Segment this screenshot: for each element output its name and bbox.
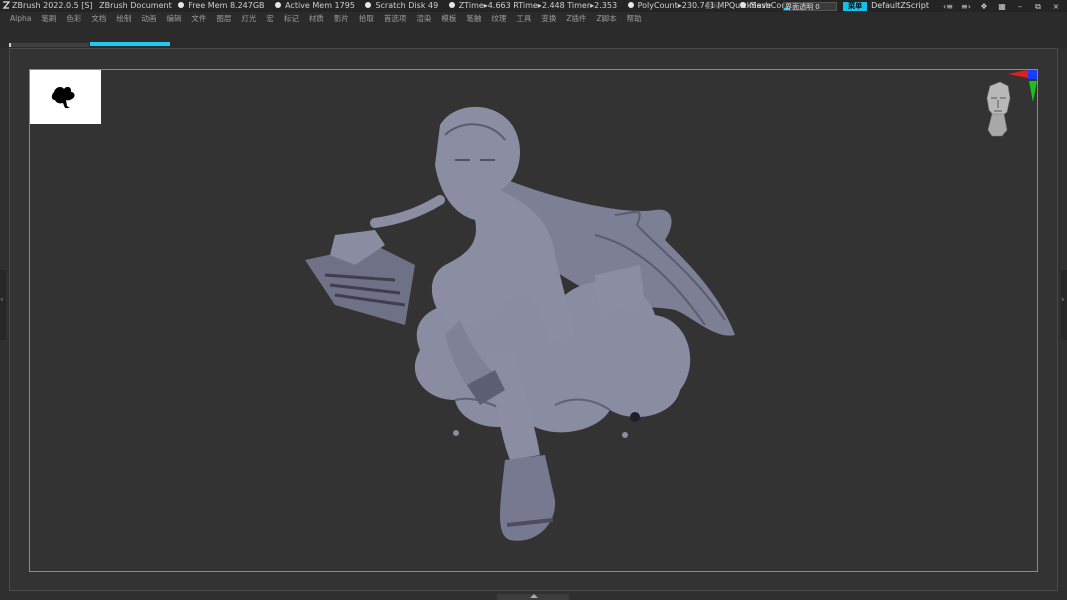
active-mem: Active Mem 1795 — [275, 1, 359, 10]
menu-item-zplugin[interactable]: Z插件 — [566, 12, 586, 26]
menu-item-alpha[interactable]: Alpha — [10, 12, 31, 26]
menu-item-movie[interactable]: 动画 — [141, 12, 156, 26]
menu-item-zscript[interactable]: Z脚本 — [596, 12, 616, 26]
menu-item-draw[interactable]: 绘制 — [116, 12, 131, 26]
menu-item-light[interactable]: 灯光 — [241, 12, 256, 26]
title-bar-controls: 自动 QuickSave 界面透明 0 菜单 DefaultZScript ‹≡… — [705, 0, 1063, 12]
navigator-thumbnail[interactable] — [30, 70, 101, 124]
undo-history-icon[interactable]: ‹≡ — [941, 2, 955, 11]
window-layout-icon[interactable]: ▦ — [995, 2, 1009, 11]
menu-item-transform[interactable]: 变换 — [541, 12, 556, 26]
tray-layout-icon[interactable]: ❖ — [977, 2, 991, 11]
sculpt-model[interactable] — [295, 105, 745, 555]
maximize-icon[interactable]: ⧉ — [1031, 2, 1045, 11]
menu-item-render[interactable]: 渲染 — [416, 12, 431, 26]
right-tray-handle[interactable] — [1061, 270, 1067, 340]
shelf-tab-active[interactable] — [90, 42, 170, 46]
zbrush-logo-icon[interactable] — [2, 1, 10, 9]
status-dot-icon — [627, 2, 634, 8]
menu-item-macro[interactable]: 宏 — [266, 12, 274, 26]
menu-item-brush[interactable]: 笔刷 — [41, 12, 56, 26]
ztime: ZTime▸4.663 RTime▸2.448 Timer▸2.353 — [448, 1, 621, 10]
menu-item-stroke[interactable]: 笔触 — [466, 12, 481, 26]
navigation-gizmo[interactable] — [980, 68, 1042, 140]
status-dot-icon — [178, 2, 185, 8]
bottom-tray-handle[interactable] — [497, 594, 569, 600]
default-zscript-button[interactable]: DefaultZScript — [871, 0, 929, 12]
menu-button[interactable]: 菜单 — [843, 1, 868, 11]
menu-item-movie-2[interactable]: 影片 — [334, 12, 349, 26]
title-bar-status: ZBrush 2022.0.5 [S] ZBrush Document Free… — [2, 0, 827, 12]
menu-item-stencil[interactable]: 模板 — [441, 12, 456, 26]
menu-item-tool[interactable]: 工具 — [516, 12, 531, 26]
close-icon[interactable]: × — [1049, 2, 1063, 11]
menu-item-file[interactable]: 文件 — [191, 12, 206, 26]
menu-item-color[interactable]: 色彩 — [66, 12, 81, 26]
navigation-head-icon — [986, 70, 1037, 137]
menu-item-preferences[interactable]: 首选项 — [384, 12, 407, 26]
menu-item-edit[interactable]: 编辑 — [166, 12, 181, 26]
free-mem: Free Mem 8.247GB — [178, 1, 268, 10]
menu-item-layer[interactable]: 图层 — [216, 12, 231, 26]
menu-item-texture[interactable]: 纹理 — [491, 12, 506, 26]
left-tray-handle[interactable] — [0, 270, 6, 340]
scratch-disk: Scratch Disk 49 — [365, 1, 442, 10]
shelf-tab-1[interactable] — [9, 43, 89, 47]
menu-item-material[interactable]: 材质 — [309, 12, 324, 26]
interface-transparency-slider[interactable]: 界面透明 0 — [783, 1, 838, 11]
status-dot-icon — [448, 2, 455, 8]
menu-item-help[interactable]: 帮助 — [627, 12, 642, 26]
slider-label: 界面透明 0 — [785, 2, 820, 11]
shelf-area — [0, 26, 1067, 48]
title-bar: ZBrush 2022.0.5 [S] ZBrush Document Free… — [0, 0, 1067, 12]
status-dot-icon — [275, 2, 282, 8]
minimize-icon[interactable]: – — [1013, 2, 1027, 11]
status-dot-icon — [365, 2, 372, 8]
menu-item-document[interactable]: 文档 — [91, 12, 106, 26]
document-title: ZBrush Document — [99, 1, 172, 10]
menu-bar: Alpha 笔刷 色彩 文档 绘制 动画 编辑 文件 图层 灯光宏标记 材质 影片 拾取 首选项 渲染 模板笔… — [0, 12, 1067, 26]
menu-item-marker[interactable]: 标记 — [284, 12, 299, 26]
model-silhouette-icon — [51, 86, 75, 108]
auto-toggle[interactable]: 自动 — [705, 0, 721, 12]
redo-history-icon[interactable]: ≡› — [959, 2, 973, 11]
app-title: ZBrush 2022.0.5 [S] — [12, 1, 93, 10]
menu-item-picker[interactable]: 拾取 — [359, 12, 374, 26]
quicksave-button[interactable]: QuickSave — [729, 0, 771, 12]
